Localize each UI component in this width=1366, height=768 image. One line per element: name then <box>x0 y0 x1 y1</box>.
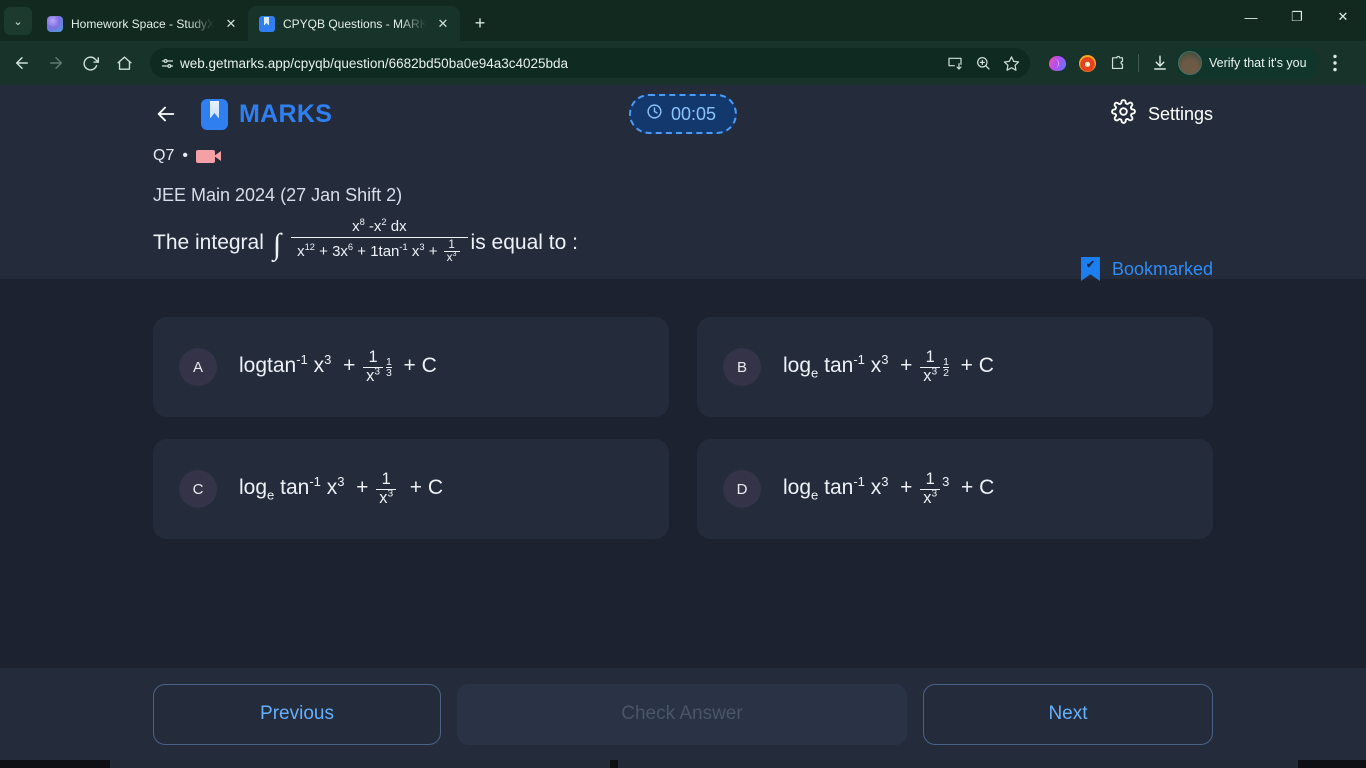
brand-name: MARKS <box>239 99 333 128</box>
kebab-menu-icon[interactable] <box>1321 49 1349 77</box>
bookmark-label: Bookmarked <box>1111 258 1213 279</box>
next-button[interactable]: Next <box>923 683 1213 745</box>
question-number-row: Q7 • <box>153 143 1213 169</box>
close-window-button[interactable]: ✕ <box>1320 0 1366 34</box>
studyx-icon <box>47 15 63 32</box>
option-fraction: 1 x3 <box>920 349 941 384</box>
verify-label: Verify that it's you <box>1209 56 1307 70</box>
chevron-down-icon: ⌄ <box>13 15 23 28</box>
option-fraction: 1 x3 <box>376 471 397 506</box>
new-tab-button[interactable]: + <box>466 9 494 37</box>
extension-icons <box>1038 50 1130 76</box>
page-content: MARKS 00:05 Settings Q7 • JEE Main 2024 … <box>0 85 1366 768</box>
option-badge: B <box>723 348 761 387</box>
integral-fraction: x8 -x2 dx x12 + 3x6 + 1tan-1 x3 + 1 x3 <box>291 217 468 265</box>
video-camera-icon[interactable] <box>195 149 221 163</box>
download-icon[interactable] <box>1147 50 1173 76</box>
reload-icon[interactable] <box>74 47 106 79</box>
profile-avatar <box>1178 51 1202 75</box>
taskbar-segment <box>110 760 395 768</box>
url-text: web.getmarks.app/cpyqb/question/6682bd50… <box>180 55 569 71</box>
gear-icon <box>1111 99 1136 129</box>
close-icon[interactable]: ✕ <box>434 15 452 33</box>
bookmark-toggle[interactable]: Bookmarked <box>1080 257 1213 281</box>
browser-tab-marks[interactable]: CPYQB Questions - MARKS App ✕ <box>248 6 460 41</box>
tune-icon[interactable] <box>154 50 180 76</box>
brain-extension-icon[interactable] <box>1044 50 1070 76</box>
question-prefix: The integral <box>153 230 264 254</box>
close-icon[interactable]: ✕ <box>222 15 240 33</box>
marks-icon <box>259 15 275 32</box>
option-c[interactable]: C loge tan-1 x3 + 1 x3 + C <box>153 439 669 540</box>
inner-fraction: 1 x3 <box>443 238 460 265</box>
toolbar-divider <box>1138 54 1139 72</box>
profile-verify-button[interactable]: Verify that it's you <box>1175 48 1319 78</box>
tab-title: Homework Space - StudyX <box>71 16 214 31</box>
back-icon[interactable] <box>6 47 38 79</box>
question-timer[interactable]: 00:05 <box>628 94 738 134</box>
maximize-button[interactable]: ❐ <box>1274 0 1320 34</box>
settings-label: Settings <box>1147 103 1213 124</box>
minimize-button[interactable]: — <box>1228 0 1274 34</box>
install-app-icon[interactable] <box>942 50 968 76</box>
forward-icon[interactable] <box>40 47 72 79</box>
meta-separator: • <box>182 147 188 164</box>
tab-title: CPYQB Questions - MARKS App <box>283 16 426 31</box>
fraction-denominator: x12 + 3x6 + 1tan-1 x3 + 1 x3 <box>291 236 468 265</box>
option-badge: A <box>179 348 217 387</box>
question-source: JEE Main 2024 (27 Jan Shift 2) <box>153 185 403 205</box>
header-top-row: MARKS 00:05 Settings <box>0 85 1366 143</box>
taskbar-segment <box>395 760 610 768</box>
option-b[interactable]: B loge tan-1 x3 + 1 x3 12 + C <box>697 317 1213 418</box>
marks-logo-icon <box>201 98 228 130</box>
puzzle-extensions-icon[interactable] <box>1104 50 1130 76</box>
option-expression: loge tan-1 x3 + 1 x3 + C <box>239 470 444 507</box>
browser-window: ⌄ Homework Space - StudyX ✕ CPYQB Questi… <box>0 0 1366 768</box>
app-back-button[interactable] <box>153 103 179 125</box>
option-fraction: 1 x3 <box>920 471 941 506</box>
option-expression: loge tan-1 x3 + 1 x3 12 + C <box>783 348 994 385</box>
option-d[interactable]: D loge tan-1 x3 + 1 x3 3 + C <box>697 439 1213 540</box>
question-suffix: is equal to : <box>470 230 578 254</box>
option-outer-exponent: 12 <box>943 355 949 380</box>
check-answer-button[interactable]: Check Answer <box>457 683 907 745</box>
options-grid: A logtan-1 x3 + 1 x3 13 + C B loge tan-1… <box>0 279 1366 540</box>
question-meta: Q7 • JEE Main 2024 (27 Jan Shift 2) <box>0 143 1366 206</box>
option-outer-exponent: 13 <box>386 355 392 380</box>
browser-tab-studyx[interactable]: Homework Space - StudyX ✕ <box>36 6 248 41</box>
browser-toolbar: web.getmarks.app/cpyqb/question/6682bd50… <box>0 41 1366 85</box>
clock-icon <box>646 103 663 125</box>
bookmark-check-icon <box>1080 257 1100 281</box>
brand-logo-link[interactable]: MARKS <box>201 98 333 130</box>
option-badge: D <box>723 470 761 509</box>
fraction-numerator: x8 -x2 dx <box>352 217 407 235</box>
tab-search-button[interactable]: ⌄ <box>4 7 32 35</box>
omnibox-actions <box>942 50 1024 76</box>
option-expression: loge tan-1 x3 + 1 x3 3 + C <box>783 470 995 507</box>
question-nav-footer: Previous Check Answer Next <box>0 668 1366 760</box>
question-number: Q7 <box>153 147 175 164</box>
window-controls: — ❐ ✕ <box>1228 0 1366 41</box>
option-expression: logtan-1 x3 + 1 x3 13 + C <box>239 348 437 385</box>
previous-button[interactable]: Previous <box>153 683 441 745</box>
option-badge: C <box>179 470 217 509</box>
option-a[interactable]: A logtan-1 x3 + 1 x3 13 + C <box>153 317 669 418</box>
option-fraction: 1 x3 <box>363 349 383 384</box>
address-bar[interactable]: web.getmarks.app/cpyqb/question/6682bd50… <box>150 48 1030 78</box>
home-icon[interactable] <box>108 47 140 79</box>
star-icon[interactable] <box>998 50 1024 76</box>
zoom-in-icon[interactable] <box>970 50 996 76</box>
settings-button[interactable]: Settings <box>1111 99 1213 129</box>
taskbar-strip <box>0 760 1366 768</box>
taskbar-segment <box>618 760 1298 768</box>
option-outer-exponent: 3 <box>942 474 950 490</box>
timer-value: 00:05 <box>670 103 717 124</box>
app-header: MARKS 00:05 Settings Q7 • JEE Main 2024 … <box>0 85 1366 281</box>
orange-extension-icon[interactable] <box>1074 50 1100 76</box>
tab-strip: ⌄ Homework Space - StudyX ✕ CPYQB Questi… <box>0 0 1366 41</box>
